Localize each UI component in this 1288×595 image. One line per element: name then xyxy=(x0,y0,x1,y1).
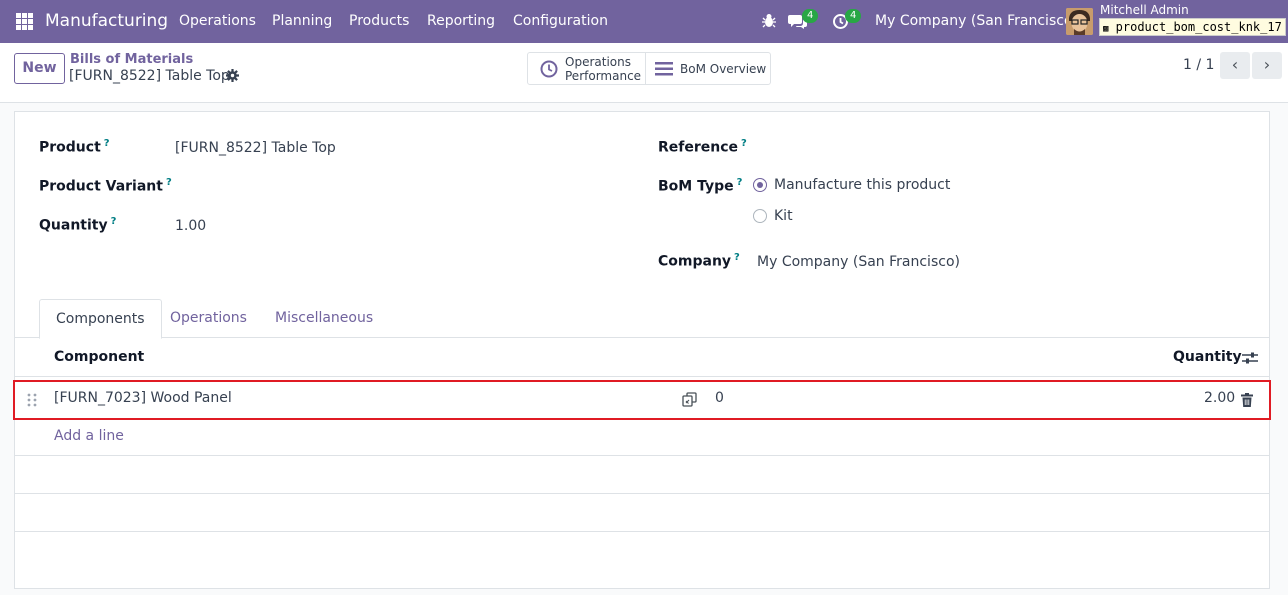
pager-next-button[interactable]: › xyxy=(1252,52,1282,79)
company-help-mark[interactable]: ? xyxy=(734,252,740,263)
column-header-quantity[interactable]: Quantity xyxy=(1173,349,1242,365)
optional-columns-icon[interactable] xyxy=(1242,351,1258,365)
tab-operations[interactable]: Operations xyxy=(154,299,263,339)
add-a-line-link[interactable]: Add a line xyxy=(54,428,124,444)
trash-icon[interactable] xyxy=(1241,393,1253,407)
bom-overview-button[interactable]: BoM Overview xyxy=(646,53,770,84)
menu-products[interactable]: Products xyxy=(349,13,409,29)
control-panel: New Bills of Materials [FURN_8522] Table… xyxy=(0,43,1288,103)
bom-type-manufacture-radio[interactable] xyxy=(753,178,767,192)
operations-performance-button[interactable]: Operations Performance xyxy=(528,53,646,84)
database-icon: ▩ xyxy=(1103,24,1109,34)
breadcrumb-parent[interactable]: Bills of Materials xyxy=(70,52,193,67)
extra-value-cell[interactable]: 0 xyxy=(715,390,724,406)
chevron-right-icon: › xyxy=(1263,55,1271,74)
product-label: Product? xyxy=(39,138,110,156)
row-divider xyxy=(15,493,1269,494)
chevron-left-icon: ‹ xyxy=(1231,55,1239,74)
new-button[interactable]: New xyxy=(14,53,65,84)
tab-components[interactable]: Components xyxy=(39,299,162,339)
menu-configuration[interactable]: Configuration xyxy=(513,13,608,29)
database-name: ▩ product_bom_cost_knk_17 xyxy=(1099,18,1286,36)
product-variant-field[interactable] xyxy=(175,179,575,199)
quantity-help-mark[interactable]: ? xyxy=(111,216,117,227)
breadcrumb-current: [FURN_8522] Table Top xyxy=(69,68,230,84)
user-avatar[interactable] xyxy=(1066,8,1093,35)
activity-count-badge: 4 xyxy=(845,9,862,23)
column-header-component[interactable]: Component xyxy=(54,349,144,365)
component-cell[interactable]: [FURN_7023] Wood Panel xyxy=(54,390,232,406)
row-divider xyxy=(15,531,1269,532)
product-variant-help-mark[interactable]: ? xyxy=(166,177,172,188)
row-divider xyxy=(15,455,1269,456)
copy-icon[interactable] xyxy=(682,392,697,407)
drag-handle-icon[interactable] xyxy=(27,392,37,408)
product-help-mark[interactable]: ? xyxy=(104,138,110,149)
reference-help-mark[interactable]: ? xyxy=(741,138,747,149)
smart-buttons: Operations Performance BoM Overview xyxy=(527,52,771,85)
bom-overview-label: BoM Overview xyxy=(680,62,767,76)
operations-performance-line2: Performance xyxy=(565,69,642,83)
reference-label: Reference? xyxy=(658,138,747,156)
company-field[interactable]: My Company (San Francisco) xyxy=(757,254,960,270)
bom-type-kit-label[interactable]: Kit xyxy=(774,208,793,224)
top-navbar: Manufacturing Operations Planning Produc… xyxy=(0,0,1288,43)
product-field[interactable]: [FURN_8522] Table Top xyxy=(175,140,336,156)
quantity-label: Quantity? xyxy=(39,216,117,234)
tab-miscellaneous[interactable]: Miscellaneous xyxy=(259,299,389,339)
bom-type-manufacture-label[interactable]: Manufacture this product xyxy=(774,177,950,193)
chat-count-badge: 4 xyxy=(802,9,819,23)
user-name[interactable]: Mitchell Admin xyxy=(1100,3,1189,17)
clock-icon xyxy=(540,60,558,78)
form-sheet: Product? [FURN_8522] Table Top Product V… xyxy=(13,111,1271,589)
menu-reporting[interactable]: Reporting xyxy=(427,13,495,29)
product-variant-label: Product Variant? xyxy=(39,177,172,195)
table-header: Component Quantity xyxy=(15,339,1269,377)
bug-icon[interactable] xyxy=(762,13,776,28)
reference-field[interactable] xyxy=(757,140,1237,160)
company-label: Company? xyxy=(658,252,740,270)
apps-menu-icon[interactable] xyxy=(16,13,33,30)
quantity-cell[interactable]: 2.00 xyxy=(1204,390,1235,406)
bars-icon xyxy=(655,62,673,76)
menu-planning[interactable]: Planning xyxy=(272,13,332,29)
operations-performance-line1: Operations xyxy=(565,55,631,69)
quantity-field[interactable]: 1.00 xyxy=(175,218,206,234)
app-name[interactable]: Manufacturing xyxy=(45,11,168,31)
pager-previous-button[interactable]: ‹ xyxy=(1220,52,1250,79)
bom-type-kit-radio[interactable] xyxy=(753,209,767,223)
pager-value[interactable]: 1 / 1 xyxy=(1183,57,1214,73)
bom-type-help-mark[interactable]: ? xyxy=(737,177,743,188)
table-row[interactable]: [FURN_7023] Wood Panel 0 2.00 xyxy=(13,380,1271,420)
gear-icon[interactable] xyxy=(226,69,239,82)
notebook-tabs: Components Operations Miscellaneous xyxy=(15,299,1269,339)
menu-operations[interactable]: Operations xyxy=(179,13,256,29)
database-label: product_bom_cost_knk_17 xyxy=(1115,20,1282,34)
bom-type-label: BoM Type? xyxy=(658,177,743,195)
company-switcher[interactable]: My Company (San Francisco) xyxy=(875,13,1078,29)
